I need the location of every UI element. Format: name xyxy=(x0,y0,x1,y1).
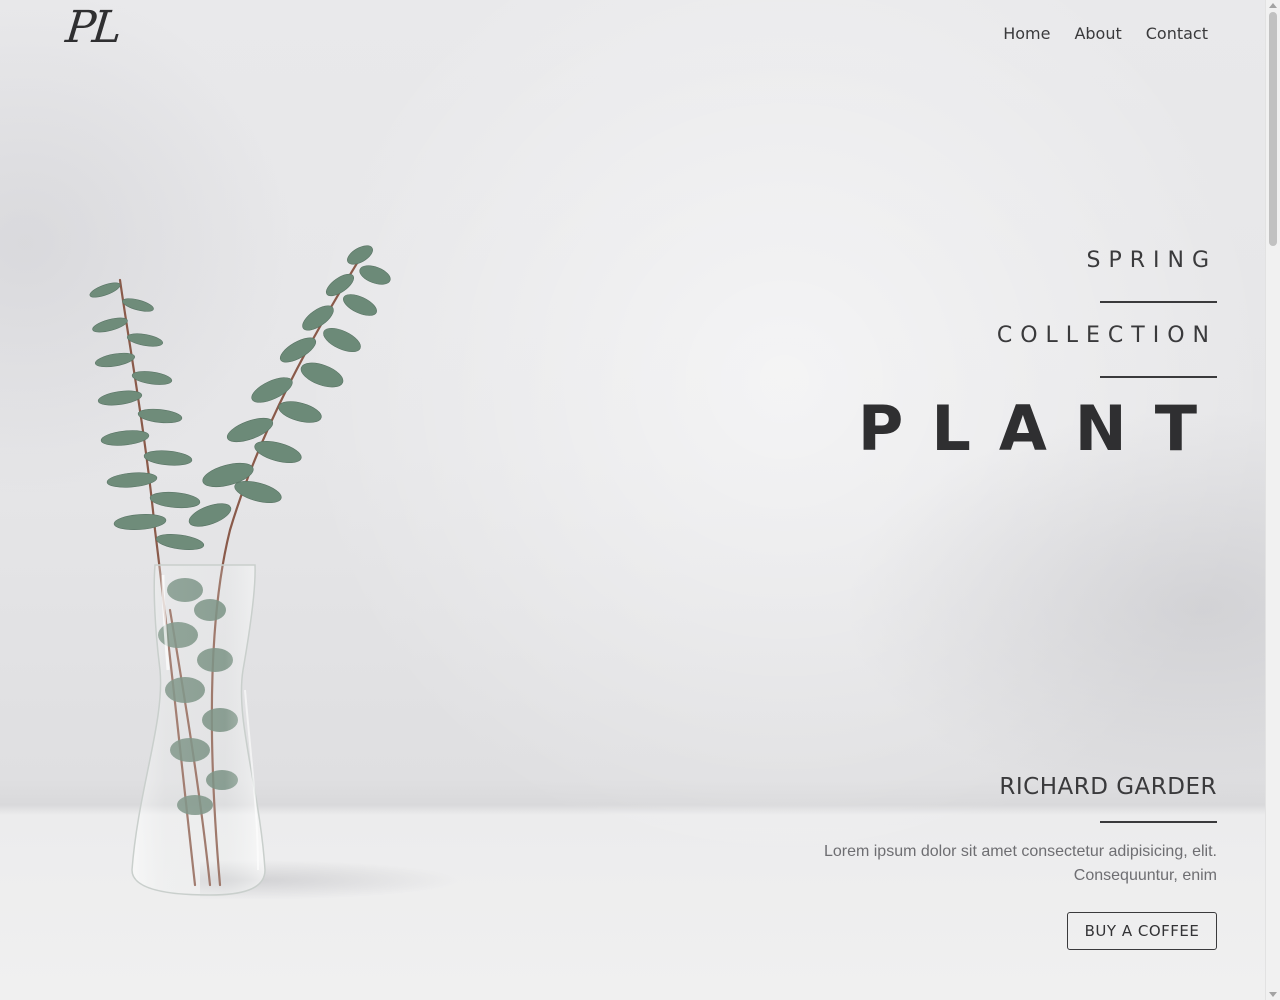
scroll-down-icon[interactable] xyxy=(1269,992,1277,997)
hero-section: PL Home About Contact SPRING COLLECTION … xyxy=(0,0,1265,1000)
divider xyxy=(1100,301,1217,303)
hero-title: PLANT xyxy=(857,392,1225,465)
author-name: RICHARD GARDER xyxy=(999,774,1217,800)
main-nav: Home About Contact xyxy=(1003,24,1208,43)
hero-subtitle-2: COLLECTION xyxy=(996,323,1217,348)
buy-coffee-button[interactable]: BUY A COFFEE xyxy=(1067,912,1217,950)
scrollbar-thumb[interactable] xyxy=(1269,12,1277,246)
hero-description: Lorem ipsum dolor sit amet consectetur a… xyxy=(823,843,1217,884)
divider xyxy=(1100,376,1217,378)
hero-subtitle-1: SPRING xyxy=(1086,248,1217,273)
logo[interactable]: PL xyxy=(63,2,121,53)
vertical-scrollbar[interactable] xyxy=(1265,0,1280,1000)
nav-contact-link[interactable]: Contact xyxy=(1146,24,1208,43)
nav-about-link[interactable]: About xyxy=(1074,24,1121,43)
scroll-up-icon[interactable] xyxy=(1269,3,1277,8)
nav-home-link[interactable]: Home xyxy=(1003,24,1050,43)
divider xyxy=(1100,821,1217,823)
eucalyptus-vase-image xyxy=(89,245,391,896)
